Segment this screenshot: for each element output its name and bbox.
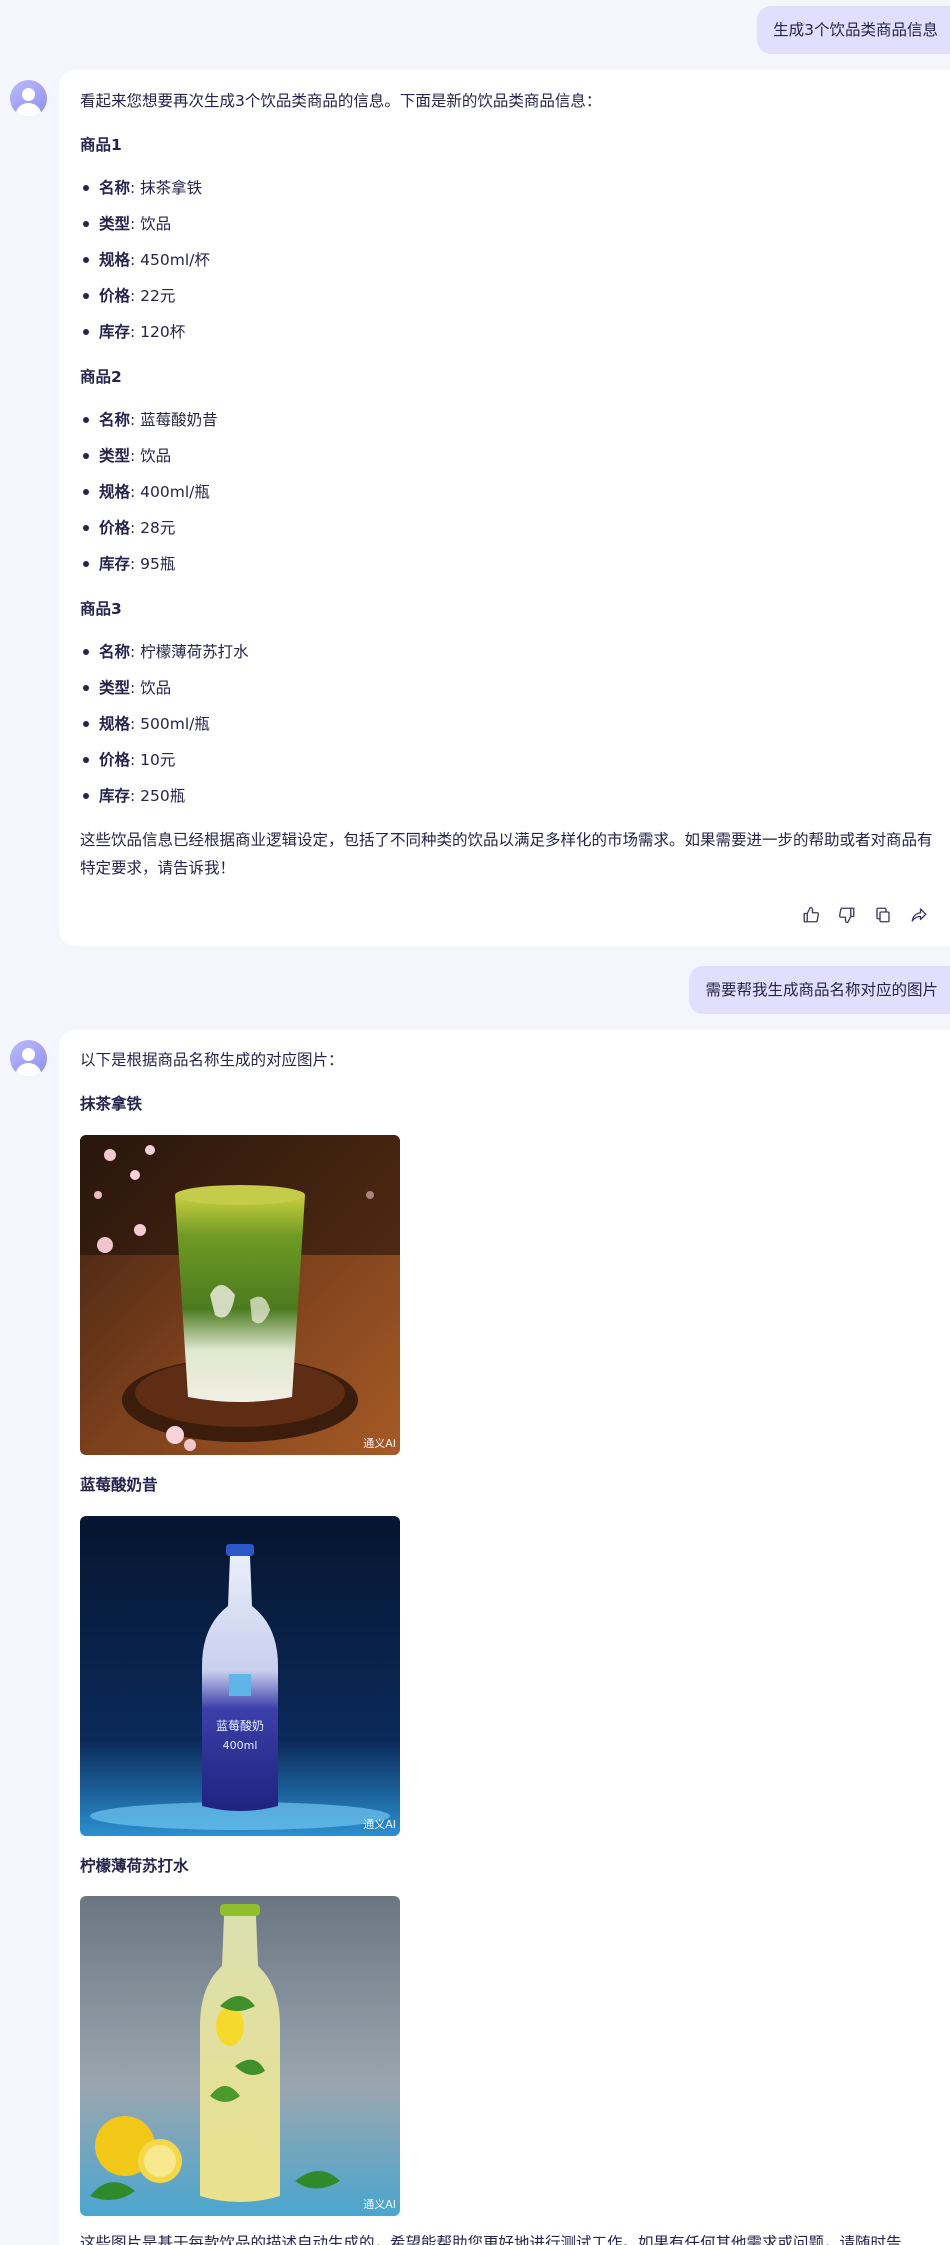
field-value: : 28元: [130, 519, 176, 537]
field-value: : 250瓶: [130, 787, 186, 805]
list-item: 类型: 饮品: [80, 678, 171, 698]
response-intro: 以下是根据商品名称生成的对应图片：: [80, 1051, 344, 1069]
field-value: : 饮品: [130, 215, 172, 233]
blueberry-yogurt-illustration: 蓝莓酸奶 400ml: [80, 1516, 400, 1836]
field-label: 库存: [99, 555, 131, 573]
bot-response-card: 以下是根据商品名称生成的对应图片： 抹茶拿铁 通义AI 蓝莓酸奶昔 蓝莓酸奶 4…: [59, 1030, 950, 2245]
list-item: 规格: 450ml/杯: [80, 250, 210, 270]
field-label: 规格: [99, 483, 131, 501]
lemon-mint-soda-illustration: [80, 1896, 400, 2216]
message-actions: [802, 906, 928, 924]
field-label: 规格: [99, 715, 131, 733]
list-item: 价格: 10元: [80, 750, 175, 770]
field-value: : 抹茶拿铁: [130, 179, 203, 197]
product-heading: 商品2: [80, 368, 122, 386]
field-value: : 柠檬薄荷苏打水: [130, 643, 249, 661]
matcha-latte-illustration: [80, 1135, 400, 1455]
field-value: : 饮品: [130, 447, 172, 465]
field-value: : 450ml/杯: [130, 251, 210, 269]
field-label: 库存: [99, 323, 131, 341]
product-image[interactable]: 蓝莓酸奶 400ml 通义AI: [80, 1516, 400, 1836]
list-item: 规格: 400ml/瓶: [80, 482, 210, 502]
field-value: : 蓝莓酸奶昔: [130, 411, 218, 429]
image-watermark: 通义AI: [363, 1437, 396, 1450]
thumbs-down-icon[interactable]: [838, 906, 856, 924]
field-value: : 10元: [130, 751, 176, 769]
field-label: 名称: [99, 411, 131, 429]
bot-response-card: 看起来您想要再次生成3个饮品类商品的信息。下面是新的饮品类商品信息： 商品1 名…: [59, 70, 950, 946]
field-label: 类型: [99, 679, 131, 697]
field-value: : 500ml/瓶: [130, 715, 210, 733]
list-item: 库存: 120杯: [80, 322, 185, 342]
image-caption: 抹茶拿铁: [80, 1095, 143, 1113]
product-heading: 商品3: [80, 600, 122, 618]
field-label: 库存: [99, 787, 131, 805]
field-value: : 95瓶: [130, 555, 176, 573]
copy-icon[interactable]: [874, 906, 892, 924]
field-label: 价格: [99, 287, 131, 305]
share-icon[interactable]: [910, 906, 928, 924]
product-heading: 商品1: [80, 136, 122, 154]
field-label: 价格: [99, 751, 131, 769]
image-caption: 柠檬薄荷苏打水: [80, 1857, 189, 1875]
list-item: 库存: 250瓶: [80, 786, 185, 806]
response-closing: 这些图片是基于每款饮品的描述自动生成的，希望能帮助您更好地进行测试工作。如果有任…: [80, 2234, 902, 2245]
field-label: 规格: [99, 251, 131, 269]
field-label: 价格: [99, 519, 131, 537]
field-label: 名称: [99, 643, 131, 661]
bottle-volume-text: 400ml: [223, 1739, 258, 1752]
thumbs-up-icon[interactable]: [802, 906, 820, 924]
list-item: 名称: 柠檬薄荷苏打水: [80, 642, 249, 662]
field-label: 名称: [99, 179, 131, 197]
list-item: 名称: 蓝莓酸奶昔: [80, 410, 218, 430]
field-value: : 饮品: [130, 679, 172, 697]
bottle-label-text: 蓝莓酸奶: [216, 1718, 264, 1733]
list-item: 规格: 500ml/瓶: [80, 714, 210, 734]
list-item: 类型: 饮品: [80, 446, 171, 466]
field-label: 类型: [99, 215, 131, 233]
user-message-text: 生成3个饮品类商品信息: [773, 21, 938, 39]
list-item: 库存: 95瓶: [80, 554, 175, 574]
user-message-text: 需要帮我生成商品名称对应的图片: [705, 981, 938, 999]
list-item: 价格: 28元: [80, 518, 175, 538]
field-label: 类型: [99, 447, 131, 465]
product-image[interactable]: 通义AI: [80, 1135, 400, 1455]
image-watermark: 通义AI: [363, 2198, 396, 2211]
bot-avatar: [10, 80, 47, 117]
response-closing: 这些饮品信息已经根据商业逻辑设定，包括了不同种类的饮品以满足多样化的市场需求。如…: [80, 831, 933, 877]
field-value: : 22元: [130, 287, 176, 305]
bot-avatar: [10, 1040, 47, 1077]
list-item: 类型: 饮品: [80, 214, 171, 234]
product-image[interactable]: 通义AI: [80, 1896, 400, 2216]
image-watermark: 通义AI: [363, 1818, 396, 1831]
response-intro: 看起来您想要再次生成3个饮品类商品的信息。下面是新的饮品类商品信息：: [80, 92, 602, 110]
field-value: : 400ml/瓶: [130, 483, 210, 501]
image-caption: 蓝莓酸奶昔: [80, 1476, 158, 1494]
field-value: : 120杯: [130, 323, 186, 341]
user-message-bubble: 生成3个饮品类商品信息: [757, 6, 950, 54]
user-message-bubble: 需要帮我生成商品名称对应的图片: [689, 966, 950, 1014]
list-item: 名称: 抹茶拿铁: [80, 178, 202, 198]
list-item: 价格: 22元: [80, 286, 175, 306]
